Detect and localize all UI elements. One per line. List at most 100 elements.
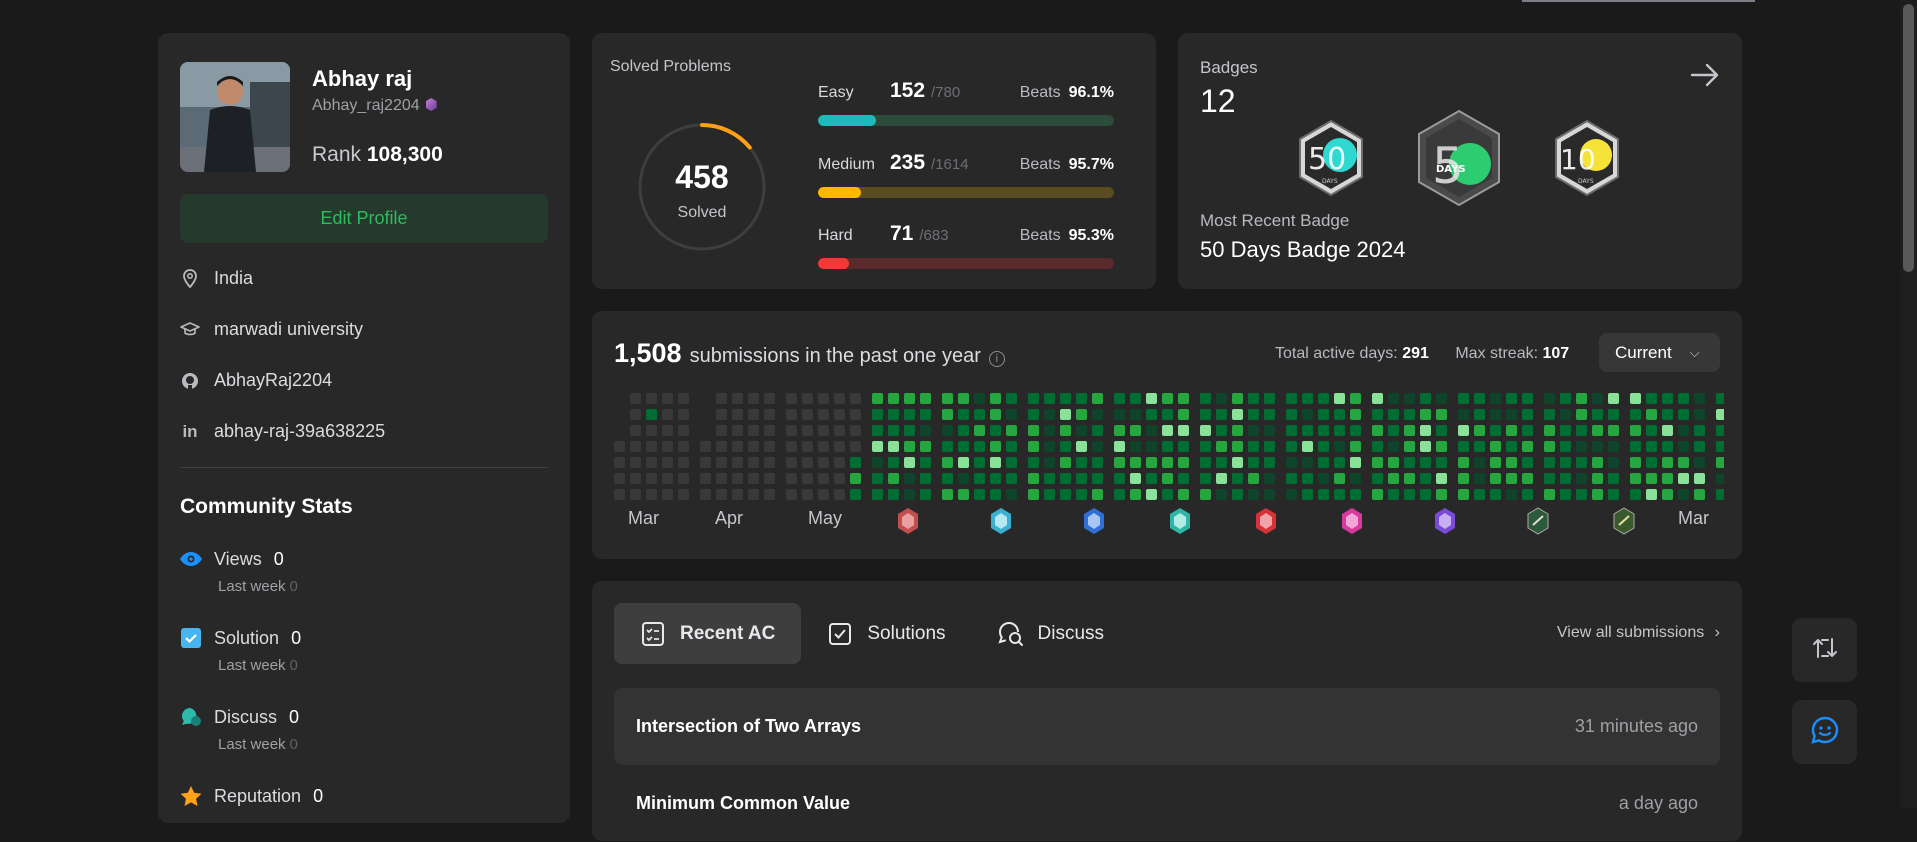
heatmap-cell[interactable] [630, 457, 641, 468]
heatmap-cell[interactable] [1006, 425, 1017, 436]
heatmap-cell[interactable] [786, 473, 797, 484]
heatmap-cell[interactable] [1388, 441, 1399, 452]
heatmap-cell[interactable] [678, 441, 689, 452]
heatmap-cell[interactable] [1436, 441, 1447, 452]
heatmap-cell[interactable] [1388, 489, 1399, 500]
heatmap-cell[interactable] [1216, 425, 1227, 436]
heatmap-cell[interactable] [834, 457, 845, 468]
heatmap-cell[interactable] [1264, 409, 1275, 420]
heatmap-cell[interactable] [1178, 441, 1189, 452]
heatmap-cell[interactable] [764, 441, 775, 452]
heatmap-cell[interactable] [872, 441, 883, 452]
monthly-badge-icon[interactable] [1254, 507, 1278, 535]
view-all-submissions-link[interactable]: View all submissions › [1557, 624, 1720, 642]
heatmap-cell[interactable] [1076, 473, 1087, 484]
heatmap-cell[interactable] [1350, 457, 1361, 468]
heatmap-cell[interactable] [1372, 425, 1383, 436]
heatmap-cell[interactable] [1388, 425, 1399, 436]
heatmap-cell[interactable] [1286, 441, 1297, 452]
heatmap-cell[interactable] [1350, 393, 1361, 404]
heatmap-cell[interactable] [1576, 393, 1587, 404]
heatmap-cell[interactable] [1420, 425, 1431, 436]
heatmap-cell[interactable] [1060, 409, 1071, 420]
heatmap-cell[interactable] [764, 425, 775, 436]
heatmap-cell[interactable] [1544, 473, 1555, 484]
heatmap-cell[interactable] [1006, 457, 1017, 468]
heatmap-cell[interactable] [1044, 441, 1055, 452]
monthly-badge-icon[interactable] [896, 507, 920, 535]
heatmap-cell[interactable] [1716, 393, 1724, 404]
tab-recent-ac[interactable]: Recent AC [614, 603, 802, 664]
heatmap-cell[interactable] [662, 441, 673, 452]
heatmap-cell[interactable] [974, 457, 985, 468]
heatmap-cell[interactable] [614, 441, 625, 452]
heatmap-cell[interactable] [1372, 393, 1383, 404]
heatmap-cell[interactable] [1200, 425, 1211, 436]
heatmap-cell[interactable] [1200, 393, 1211, 404]
heatmap-cell[interactable] [1646, 457, 1657, 468]
heatmap-cell[interactable] [764, 457, 775, 468]
heatmap-cell[interactable] [1146, 473, 1157, 484]
heatmap-cell[interactable] [1458, 393, 1469, 404]
tab-discuss[interactable]: Discuss [972, 603, 1131, 664]
heatmap-cell[interactable] [1404, 425, 1415, 436]
heatmap-cell[interactable] [802, 489, 813, 500]
heatmap-cell[interactable] [1130, 425, 1141, 436]
heatmap-cell[interactable] [716, 489, 727, 500]
heatmap-cell[interactable] [1060, 457, 1071, 468]
heatmap-cell[interactable] [1302, 473, 1313, 484]
heatmap-cell[interactable] [958, 457, 969, 468]
heatmap-cell[interactable] [1264, 393, 1275, 404]
heatmap-cell[interactable] [1060, 473, 1071, 484]
heatmap-cell[interactable] [942, 393, 953, 404]
heatmap-cell[interactable] [1630, 409, 1641, 420]
heatmap-cell[interactable] [1178, 473, 1189, 484]
heatmap-cell[interactable] [888, 489, 899, 500]
heatmap-cell[interactable] [1114, 473, 1125, 484]
heatmap-cell[interactable] [1716, 409, 1724, 420]
heatmap-cell[interactable] [1130, 457, 1141, 468]
heatmap-cell[interactable] [1560, 409, 1571, 420]
heatmap-cell[interactable] [1318, 457, 1329, 468]
year-select[interactable]: Current ⌵ [1599, 333, 1720, 372]
heatmap-cell[interactable] [990, 409, 1001, 420]
heatmap-cell[interactable] [646, 409, 657, 420]
heatmap-cell[interactable] [1716, 425, 1724, 436]
heatmap-cell[interactable] [1608, 441, 1619, 452]
heatmap-cell[interactable] [850, 457, 861, 468]
heatmap-cell[interactable] [1044, 457, 1055, 468]
heatmap-cell[interactable] [1694, 457, 1705, 468]
heatmap-cell[interactable] [614, 473, 625, 484]
heatmap-cell[interactable] [1334, 457, 1345, 468]
heatmap-cell[interactable] [1544, 489, 1555, 500]
heatmap-cell[interactable] [1232, 393, 1243, 404]
heatmap-cell[interactable] [1248, 457, 1259, 468]
heatmap-cell[interactable] [1334, 409, 1345, 420]
switch-layout-button[interactable] [1792, 618, 1857, 682]
heatmap-cell[interactable] [920, 441, 931, 452]
heatmap-cell[interactable] [1028, 441, 1039, 452]
heatmap-cell[interactable] [1694, 425, 1705, 436]
heatmap-cell[interactable] [1028, 409, 1039, 420]
heatmap-cell[interactable] [942, 457, 953, 468]
heatmap-cell[interactable] [1436, 393, 1447, 404]
heatmap-cell[interactable] [1092, 393, 1103, 404]
heatmap-cell[interactable] [1232, 425, 1243, 436]
heatmap-cell[interactable] [1092, 473, 1103, 484]
heatmap-cell[interactable] [1178, 393, 1189, 404]
heatmap-cell[interactable] [1028, 393, 1039, 404]
linkedin-row[interactable]: in abhay-raj-39a638225 [180, 421, 385, 442]
monthly-badge-icon[interactable] [1082, 507, 1106, 535]
heatmap-cell[interactable] [834, 393, 845, 404]
heatmap-cell[interactable] [678, 473, 689, 484]
heatmap-cell[interactable] [1302, 393, 1313, 404]
heatmap-cell[interactable] [1388, 457, 1399, 468]
heatmap-cell[interactable] [1694, 409, 1705, 420]
heatmap-cell[interactable] [1592, 457, 1603, 468]
heatmap-cell[interactable] [1420, 393, 1431, 404]
heatmap-cell[interactable] [1286, 489, 1297, 500]
heatmap-cell[interactable] [1436, 489, 1447, 500]
heatmap-cell[interactable] [786, 409, 797, 420]
heatmap-cell[interactable] [646, 441, 657, 452]
heatmap-cell[interactable] [904, 393, 915, 404]
